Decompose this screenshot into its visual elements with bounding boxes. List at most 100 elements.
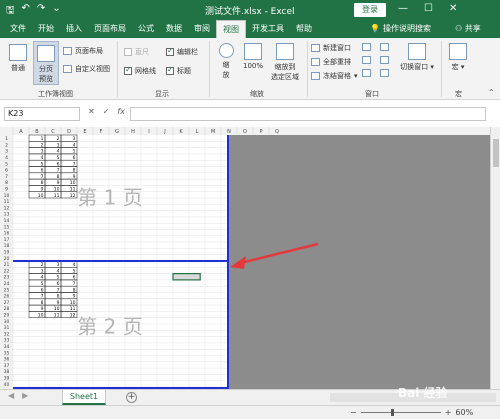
formula-controls: ✕ ✓ fx bbox=[88, 107, 125, 116]
customize-qat-icon[interactable]: ⌄ bbox=[52, 3, 60, 20]
next-sheet-icon[interactable]: ▶ bbox=[22, 391, 28, 400]
formula-bar-checkbox[interactable]: 编辑栏 bbox=[166, 46, 198, 57]
name-box[interactable]: K23 bbox=[4, 107, 80, 121]
add-sheet-icon[interactable]: + bbox=[126, 392, 137, 403]
macros-button[interactable]: 宏 ▾ bbox=[447, 43, 469, 72]
cancel-icon[interactable]: ✕ bbox=[88, 107, 95, 116]
page1-table-cell-value: 10 bbox=[38, 193, 44, 199]
zoom-to-selection-button[interactable]: 缩放到 选定区域 bbox=[267, 43, 303, 82]
minimize-icon[interactable]: — bbox=[398, 3, 408, 14]
view-side-by-side-icon[interactable] bbox=[380, 43, 389, 51]
worksheet-grid[interactable]: A B C D E F G H I J K L M N O P Q 1 2 3 4 5 6 7 8 9 10 11 12 13 14 15 16… bbox=[0, 127, 490, 389]
zoom-slider[interactable]: − + 60% bbox=[350, 408, 473, 417]
column-header-P: P bbox=[259, 129, 262, 135]
column-header-F: F bbox=[100, 129, 103, 135]
arrange-all-icon bbox=[311, 58, 320, 66]
page2-table-cell-value: 12 bbox=[70, 313, 76, 319]
zoom-knob[interactable] bbox=[390, 409, 394, 416]
zoom-track[interactable] bbox=[360, 409, 441, 416]
gridlines-check[interactable] bbox=[124, 65, 132, 75]
person-icon: ⚇ bbox=[455, 24, 463, 33]
tab-2[interactable]: 插入 bbox=[60, 20, 88, 38]
group-label-show: 显示 bbox=[155, 90, 169, 98]
arrange-all-button[interactable]: 全部重排 bbox=[311, 57, 351, 67]
split-icon[interactable] bbox=[362, 43, 371, 51]
undo-icon[interactable]: ↶ bbox=[22, 3, 30, 20]
reset-position-icon[interactable] bbox=[380, 69, 389, 77]
title-bar: 🖫 ↶ ↷ ⌄ 测试文件.xlsx - Excel 登录 — ☐ ✕ bbox=[0, 0, 500, 20]
close-icon[interactable]: ✕ bbox=[449, 3, 457, 14]
ruler-check[interactable] bbox=[124, 48, 132, 56]
new-window-icon bbox=[311, 44, 320, 52]
gridlines-checkbox[interactable]: 网格线 bbox=[124, 65, 156, 76]
tab-6[interactable]: 审阅 bbox=[188, 20, 216, 38]
share-button[interactable]: ⚇ 共享 bbox=[455, 20, 481, 38]
prev-sheet-icon[interactable]: ◀ bbox=[8, 391, 14, 400]
headings-checkbox[interactable]: 标题 bbox=[166, 65, 191, 76]
custom-views-icon bbox=[63, 65, 72, 73]
column-header-C: C bbox=[51, 129, 55, 135]
page1-table-cell-value: 12 bbox=[70, 193, 76, 199]
macro-icon bbox=[449, 43, 467, 60]
page2-table-cell-value: 11 bbox=[54, 313, 60, 319]
column-header-G: G bbox=[115, 129, 119, 135]
page-layout-view-button[interactable]: 页面布局 bbox=[63, 46, 103, 56]
zoom-button[interactable]: 缩 放 bbox=[214, 43, 238, 80]
sync-scroll-icon[interactable] bbox=[380, 56, 389, 64]
vertical-scrollbar[interactable] bbox=[490, 127, 500, 389]
chevron-down-icon: ▾ bbox=[460, 63, 465, 71]
switch-windows-button[interactable]: 切换窗口 ▾ bbox=[398, 43, 436, 72]
formula-bar-check[interactable] bbox=[166, 46, 174, 56]
tab-9[interactable]: 帮助 bbox=[290, 20, 318, 38]
status-bar: − + 60% bbox=[0, 405, 500, 419]
normal-view-button[interactable]: 普通 bbox=[5, 44, 31, 73]
page2-table-cell-value: 10 bbox=[38, 313, 44, 319]
formula-input[interactable] bbox=[130, 107, 486, 121]
tab-4[interactable]: 公式 bbox=[132, 20, 160, 38]
ribbon-separator bbox=[441, 41, 442, 97]
quick-access-toolbar: 🖫 ↶ ↷ ⌄ bbox=[6, 3, 61, 20]
tab-1[interactable]: 开始 bbox=[32, 20, 60, 38]
selected-cell[interactable] bbox=[172, 273, 201, 281]
freeze-panes-button[interactable]: 冻结窗格 ▾ bbox=[311, 71, 358, 81]
column-header-J: J bbox=[163, 129, 165, 135]
annotation-arrow-head bbox=[230, 256, 246, 269]
tab-7[interactable]: 视图 bbox=[216, 20, 246, 38]
login-button[interactable]: 登录 bbox=[354, 3, 386, 17]
grid-canvas[interactable]: A B C D E F G H I J K L M N O P Q12345678910111213141516… bbox=[0, 127, 490, 389]
hide-icon[interactable] bbox=[362, 56, 371, 64]
tab-8[interactable]: 开发工具 bbox=[246, 20, 290, 38]
tab-5[interactable]: 数据 bbox=[160, 20, 188, 38]
page-break-preview-button[interactable]: 分页 预览 bbox=[33, 41, 59, 85]
sheet-tab[interactable]: Sheet1 bbox=[62, 390, 106, 405]
watermark-logo: Bai 经验 bbox=[398, 386, 448, 400]
fx-icon[interactable]: fx bbox=[117, 107, 125, 116]
ruler-checkbox[interactable]: 直尺 bbox=[124, 47, 149, 57]
zoom-out-icon[interactable]: − bbox=[350, 408, 357, 417]
group-label-macros: 宏 bbox=[455, 90, 462, 98]
tell-me-search[interactable]: 💡 操作说明搜索 bbox=[370, 20, 431, 38]
lightbulb-icon: 💡 bbox=[370, 24, 380, 33]
sheet-nav: ◀ ▶ bbox=[8, 391, 28, 400]
chevron-down-icon: ▾ bbox=[430, 63, 434, 71]
normal-view-icon bbox=[9, 44, 27, 61]
enter-icon[interactable]: ✓ bbox=[103, 107, 110, 116]
zoom-100-icon bbox=[244, 43, 262, 60]
page-break-preview-icon bbox=[37, 45, 55, 62]
maximize-icon[interactable]: ☐ bbox=[424, 3, 433, 14]
redo-icon[interactable]: ↷ bbox=[37, 3, 45, 20]
column-header-A: A bbox=[19, 129, 23, 135]
switch-windows-icon bbox=[408, 43, 426, 60]
tab-3[interactable]: 页面布局 bbox=[88, 20, 132, 38]
zoom-100-button[interactable]: 100% bbox=[240, 43, 266, 70]
collapse-ribbon-icon[interactable]: ⌃ bbox=[488, 88, 495, 97]
new-window-button[interactable]: 新建窗口 bbox=[311, 43, 351, 53]
vertical-scroll-thumb[interactable] bbox=[493, 139, 499, 167]
zoom-in-icon[interactable]: + bbox=[445, 408, 452, 417]
headings-check[interactable] bbox=[166, 65, 174, 75]
ribbon-separator bbox=[209, 41, 210, 97]
custom-views-button[interactable]: 自定义视图 bbox=[63, 64, 110, 74]
tab-0[interactable]: 文件 bbox=[4, 20, 32, 38]
save-icon[interactable]: 🖫 bbox=[6, 3, 15, 20]
unhide-icon[interactable] bbox=[362, 69, 371, 77]
